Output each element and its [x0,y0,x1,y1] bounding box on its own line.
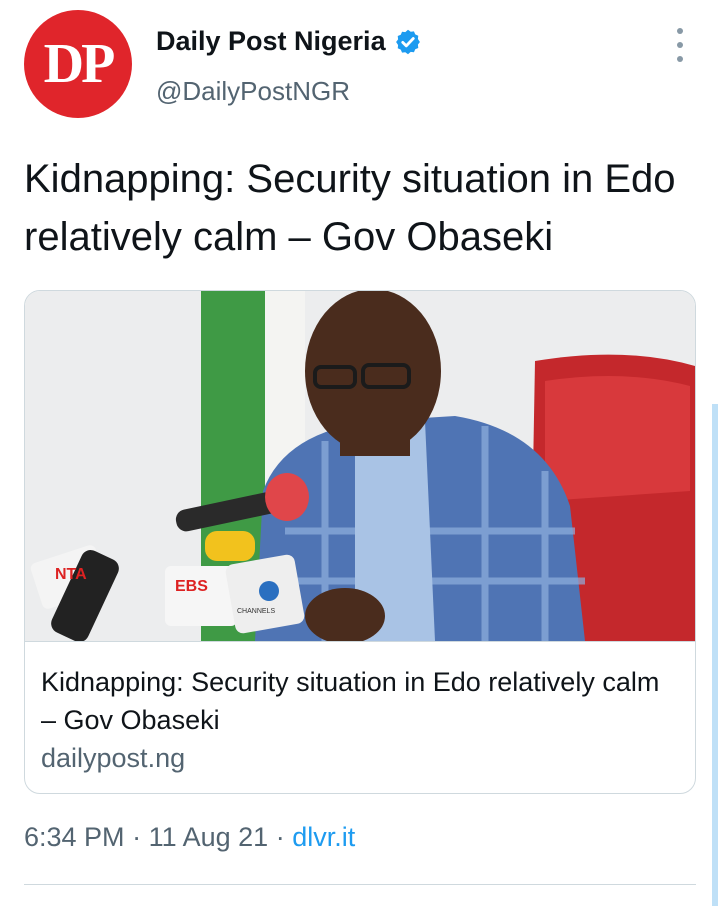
verified-badge-icon [395,29,420,54]
tweet-source-link[interactable]: dlvr.it [292,822,355,852]
tweet-meta: 6:34 PM · 11 Aug 21 · dlvr.it [24,822,355,853]
avatar-logo-text: DP [43,33,116,95]
mic-label-nta: NTA [55,566,87,583]
avatar[interactable]: DP [24,10,132,118]
meta-separator: · [268,822,293,852]
meta-separator: · [124,822,149,852]
author-name-row[interactable]: Daily Post Nigeria [156,26,422,57]
author-handle[interactable]: @DailyPostNGR [156,76,350,107]
card-image[interactable]: NTA EBS CHANNELS [25,291,695,642]
more-options-icon[interactable] [668,28,692,62]
link-card[interactable]: NTA EBS CHANNELS Kidnapping: Security si… [24,290,696,794]
mic-label-ebs: EBS [175,578,208,595]
tweet-date[interactable]: 11 Aug 21 [149,822,269,852]
mic-label-channels: CHANNELS [237,608,275,615]
card-domain[interactable]: dailypost.ng [41,743,185,774]
tweet-time[interactable]: 6:34 PM [24,822,125,852]
author-name[interactable]: Daily Post Nigeria [156,26,386,57]
scrollbar[interactable] [712,404,718,906]
tweet-text: Kidnapping: Security situation in Edo re… [24,157,676,259]
divider [24,884,696,885]
card-title[interactable]: Kidnapping: Security situation in Edo re… [41,663,681,739]
